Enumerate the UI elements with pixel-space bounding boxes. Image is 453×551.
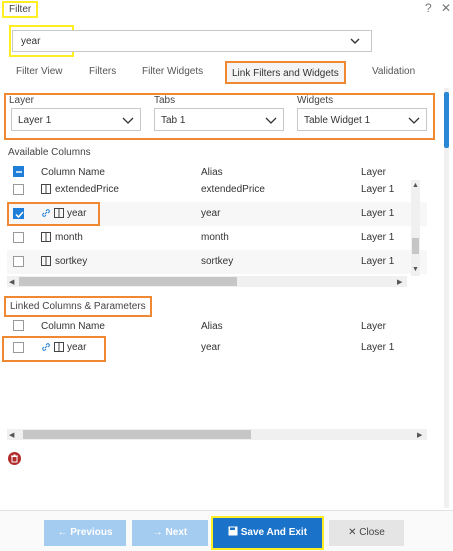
linked-hscroll-thumb[interactable]	[23, 430, 251, 439]
delete-button[interactable]	[8, 452, 21, 465]
chevron-down-icon	[122, 117, 134, 124]
column-icon	[41, 184, 51, 194]
trash-icon	[11, 454, 18, 463]
arrow-left-icon: ←	[57, 527, 68, 538]
table-row[interactable]: sortkey sortkey Layer 1	[7, 250, 427, 274]
scroll-left-arrow-icon[interactable]: ◀	[9, 278, 14, 286]
layer-label: Layer	[9, 95, 35, 106]
save-and-exit-button[interactable]: Save And Exit	[211, 516, 324, 550]
alias-header[interactable]: Alias	[201, 167, 223, 178]
available-columns-title: Available Columns	[8, 147, 91, 158]
scroll-left-arrow-icon[interactable]: ◀	[9, 431, 14, 439]
column-icon	[41, 232, 51, 242]
alias-cell: year	[201, 342, 221, 353]
layer-header[interactable]: Layer	[361, 321, 386, 332]
alias-cell: year	[201, 208, 221, 219]
dialog-title: Filter	[2, 1, 39, 18]
row-highlight	[7, 202, 100, 226]
layer-cell: Layer 1	[361, 232, 395, 243]
column-icon	[41, 256, 51, 266]
next-button[interactable]: → Next	[132, 520, 208, 546]
tabs-select-value: Tab 1	[161, 115, 186, 126]
close-icon[interactable]: ✕	[441, 1, 451, 15]
available-hscroll-thumb[interactable]	[19, 277, 237, 286]
tab-filter-widgets[interactable]: Filter Widgets	[142, 66, 203, 77]
layer-cell: Layer 1	[361, 184, 395, 195]
filter-select[interactable]: year	[12, 30, 372, 52]
linked-horizontal-scrollbar[interactable]: ◀ ▶	[7, 429, 427, 440]
tab-validation[interactable]: Validation	[372, 66, 415, 77]
scroll-up-arrow-icon[interactable]: ▲	[412, 182, 419, 189]
linked-columns-title: Linked Columns & Parameters	[4, 296, 152, 317]
tabs-select[interactable]: Tab 1	[154, 108, 284, 131]
widgets-select[interactable]: Table Widget 1	[297, 108, 427, 131]
dialog-titlebar: Filter ? ✕	[0, 0, 453, 18]
dialog-footer: ← Previous → Next Save And Exit ✕ Close	[0, 510, 453, 551]
x-icon: ✕	[348, 527, 357, 538]
minus-icon	[16, 171, 22, 173]
alias-cell: month	[201, 232, 229, 243]
linked-grid-header: Column Name Alias Layer	[7, 317, 427, 335]
column-name-header[interactable]: Column Name	[41, 321, 105, 332]
next-label: Next	[165, 527, 188, 538]
tab-bar: Filter View Filters Filter Widgets Link …	[0, 61, 453, 85]
table-row[interactable]: month month Layer 1	[7, 226, 427, 250]
help-icon[interactable]: ?	[425, 1, 432, 15]
row-checkbox[interactable]	[13, 232, 24, 243]
linked-select-all-checkbox[interactable]	[13, 320, 24, 331]
main-scrollbar-thumb[interactable]	[444, 92, 449, 148]
alias-header[interactable]: Alias	[201, 321, 223, 332]
available-vertical-scrollbar[interactable]: ▲ ▼	[411, 180, 420, 276]
layer-cell: Layer 1	[361, 208, 395, 219]
main-scrollbar[interactable]	[444, 88, 449, 508]
layer-cell: Layer 1	[361, 342, 395, 353]
available-scrollbar-thumb[interactable]	[412, 238, 419, 254]
tabs-label: Tabs	[154, 95, 176, 106]
table-row[interactable]: extendedPrice extendedPrice Layer 1	[7, 178, 427, 202]
column-name-cell: extendedPrice	[55, 184, 119, 195]
layer-cell: Layer 1	[361, 256, 395, 267]
selector-group: Layer Layer 1 Tabs Tab 1 Widgets Table W…	[4, 93, 435, 140]
select-all-checkbox[interactable]	[13, 166, 24, 177]
available-horizontal-scrollbar[interactable]: ◀ ▶	[7, 276, 407, 287]
scroll-right-arrow-icon[interactable]: ▶	[397, 278, 402, 286]
alias-cell: extendedPrice	[201, 184, 265, 195]
row-checkbox[interactable]	[13, 256, 24, 267]
tab-filter-view[interactable]: Filter View	[16, 66, 63, 77]
column-name-cell: sortkey	[55, 256, 88, 267]
filter-select-value: year	[21, 36, 41, 47]
previous-button[interactable]: ← Previous	[44, 520, 126, 546]
column-name-header[interactable]: Column Name	[41, 167, 105, 178]
save-label: Save And Exit	[240, 527, 308, 538]
layer-select-value: Layer 1	[18, 115, 52, 126]
arrow-right-icon: →	[152, 527, 163, 538]
tab-link-filters-and-widgets[interactable]: Link Filters and Widgets	[225, 61, 346, 84]
chevron-down-icon	[350, 38, 360, 44]
alias-cell: sortkey	[201, 256, 234, 267]
close-button[interactable]: ✕ Close	[329, 520, 404, 546]
previous-label: Previous	[70, 527, 113, 538]
save-icon	[228, 526, 238, 536]
widgets-label: Widgets	[297, 95, 334, 106]
row-checkbox[interactable]	[13, 184, 24, 195]
chevron-down-icon	[265, 117, 277, 124]
scroll-right-arrow-icon[interactable]: ▶	[417, 431, 422, 439]
close-label: Close	[359, 527, 385, 538]
layer-header[interactable]: Layer	[361, 167, 386, 178]
layer-select[interactable]: Layer 1	[11, 108, 141, 131]
chevron-down-icon	[408, 117, 420, 124]
scroll-down-arrow-icon[interactable]: ▼	[412, 266, 419, 273]
tab-filters[interactable]: Filters	[89, 66, 116, 77]
linked-row-highlight	[2, 336, 106, 362]
column-name-cell: month	[55, 232, 83, 243]
widgets-select-value: Table Widget 1	[304, 115, 371, 126]
